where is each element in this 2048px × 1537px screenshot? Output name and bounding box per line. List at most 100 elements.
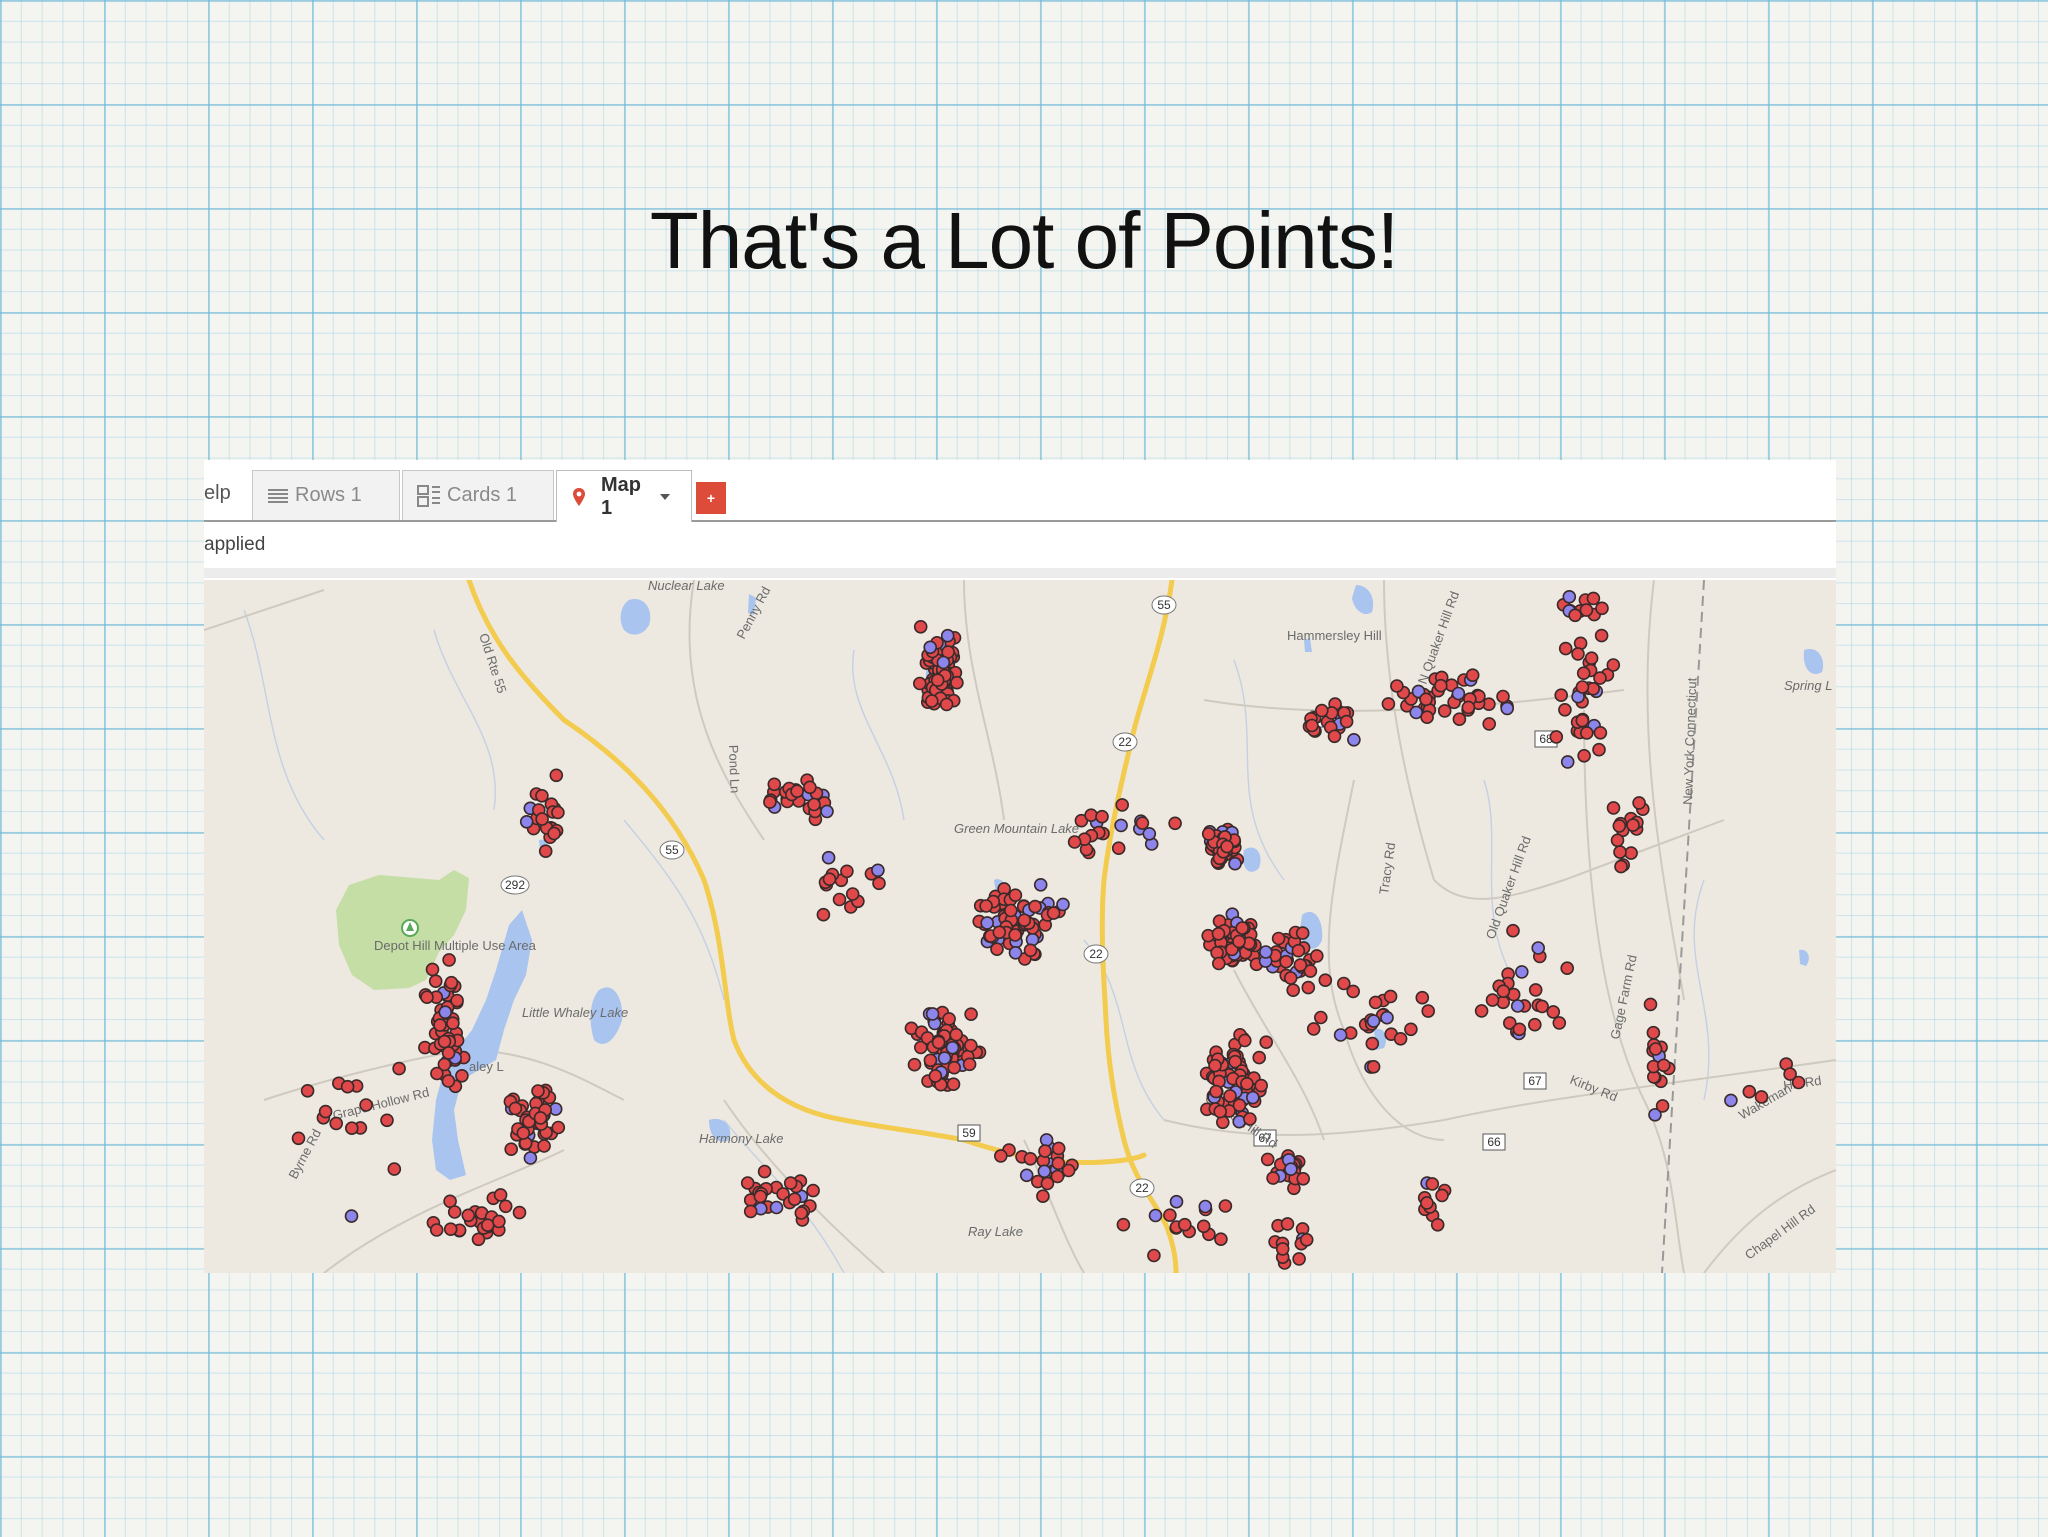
map-marker[interactable] [1033, 877, 1048, 892]
map-marker[interactable] [845, 887, 860, 901]
map-marker[interactable] [1420, 1196, 1434, 1210]
map-marker[interactable] [992, 925, 1007, 940]
map-marker[interactable] [1037, 1164, 1052, 1179]
map-marker[interactable] [1614, 859, 1628, 874]
map-marker[interactable] [1211, 926, 1226, 941]
map-marker[interactable] [547, 826, 561, 841]
map-marker[interactable] [980, 916, 995, 930]
map-marker[interactable] [931, 1035, 946, 1050]
map-marker[interactable] [990, 942, 1004, 957]
map-marker[interactable] [1039, 1133, 1054, 1147]
map-marker[interactable] [1213, 1104, 1228, 1119]
map-marker[interactable] [523, 1151, 538, 1165]
map-marker[interactable] [392, 1061, 406, 1076]
map-marker[interactable] [783, 1176, 798, 1190]
map-marker[interactable] [442, 953, 456, 967]
map-marker[interactable] [1003, 903, 1018, 918]
map-marker[interactable] [1038, 1144, 1052, 1158]
map-marker[interactable] [1196, 1219, 1211, 1234]
map-marker[interactable] [1008, 945, 1023, 960]
map-marker[interactable] [937, 1051, 952, 1065]
map-marker[interactable] [1515, 965, 1529, 979]
map-marker[interactable] [939, 697, 954, 712]
map-marker[interactable] [387, 1162, 402, 1176]
caret-down-icon[interactable] [659, 493, 671, 501]
map-marker[interactable] [1023, 1151, 1038, 1166]
map-marker[interactable] [1291, 943, 1306, 958]
map-marker[interactable] [1560, 755, 1575, 769]
map-marker[interactable] [945, 1040, 960, 1055]
map-marker[interactable] [1554, 688, 1568, 702]
map-marker[interactable] [430, 1066, 444, 1081]
map-marker[interactable] [1017, 913, 1032, 928]
map-marker[interactable] [1198, 1199, 1213, 1214]
map-marker[interactable] [963, 1038, 978, 1053]
map-marker[interactable] [516, 1126, 531, 1140]
map-marker[interactable] [441, 1046, 456, 1060]
map-marker[interactable] [420, 990, 434, 1005]
map-marker[interactable] [1381, 697, 1396, 711]
map-marker[interactable] [345, 1121, 359, 1136]
map-marker[interactable] [1238, 1033, 1252, 1048]
map-marker[interactable] [743, 1204, 758, 1219]
map-marker[interactable] [936, 655, 951, 670]
map-marker[interactable] [1252, 1050, 1266, 1065]
map-marker[interactable] [1095, 809, 1109, 824]
map-marker[interactable] [1575, 680, 1590, 694]
map-marker[interactable] [1283, 971, 1298, 985]
map-marker[interactable] [1028, 899, 1042, 914]
map-marker[interactable] [1754, 1090, 1769, 1104]
map-marker[interactable] [1783, 1067, 1797, 1081]
map-marker[interactable] [1163, 1208, 1177, 1223]
map-marker[interactable] [1036, 1189, 1050, 1204]
map-marker[interactable] [549, 768, 564, 783]
map-marker[interactable] [1025, 932, 1040, 947]
map-marker[interactable] [1419, 692, 1433, 707]
map-marker[interactable] [1314, 1010, 1328, 1025]
map-marker[interactable] [962, 1057, 977, 1072]
map-marker[interactable] [1593, 671, 1607, 685]
map-marker[interactable] [471, 1232, 486, 1247]
map-marker[interactable] [1595, 601, 1609, 616]
map-marker[interactable] [1177, 1217, 1192, 1232]
map-marker[interactable] [1368, 995, 1383, 1010]
map-marker[interactable] [425, 962, 440, 977]
tab-help-partial[interactable]: elp [204, 482, 231, 505]
map-marker[interactable] [1346, 984, 1360, 999]
map-marker[interactable] [1496, 984, 1511, 999]
map-marker[interactable] [1461, 700, 1476, 715]
map-marker[interactable] [1648, 1042, 1663, 1056]
map-marker[interactable] [1584, 651, 1599, 665]
map-marker[interactable] [1579, 603, 1594, 617]
map-marker[interactable] [753, 1189, 768, 1204]
map-marker[interactable] [1147, 1248, 1161, 1263]
map-marker[interactable] [1380, 1010, 1394, 1025]
map-marker[interactable] [1500, 701, 1514, 716]
map-marker[interactable] [1560, 961, 1574, 976]
map-marker[interactable] [429, 1223, 444, 1237]
tab-rows[interactable]: Rows 1 [252, 470, 400, 520]
map-marker[interactable] [1310, 949, 1324, 963]
map-marker[interactable] [757, 1164, 772, 1179]
map-marker[interactable] [444, 975, 459, 990]
map-marker[interactable] [1421, 1004, 1435, 1018]
map-marker[interactable] [1296, 1171, 1310, 1186]
map-marker[interactable] [1271, 931, 1286, 946]
map-marker[interactable] [790, 784, 804, 798]
map-marker[interactable] [1575, 713, 1590, 728]
map-marker[interactable] [1260, 1152, 1275, 1167]
map-marker[interactable] [1528, 1017, 1542, 1032]
map-marker[interactable] [1050, 1169, 1065, 1184]
map-marker[interactable] [1286, 983, 1300, 998]
map-marker[interactable] [840, 864, 854, 879]
map-marker[interactable] [1284, 1162, 1298, 1177]
map-marker[interactable] [1576, 666, 1591, 680]
map-marker[interactable] [1571, 647, 1585, 661]
map-marker[interactable] [504, 1142, 519, 1157]
map-marker[interactable] [318, 1104, 333, 1119]
map-marker[interactable] [447, 1205, 462, 1219]
map-marker[interactable] [1280, 1217, 1295, 1231]
map-marker[interactable] [1593, 726, 1608, 740]
map-marker[interactable] [1626, 818, 1640, 832]
map-marker[interactable] [794, 1206, 809, 1220]
